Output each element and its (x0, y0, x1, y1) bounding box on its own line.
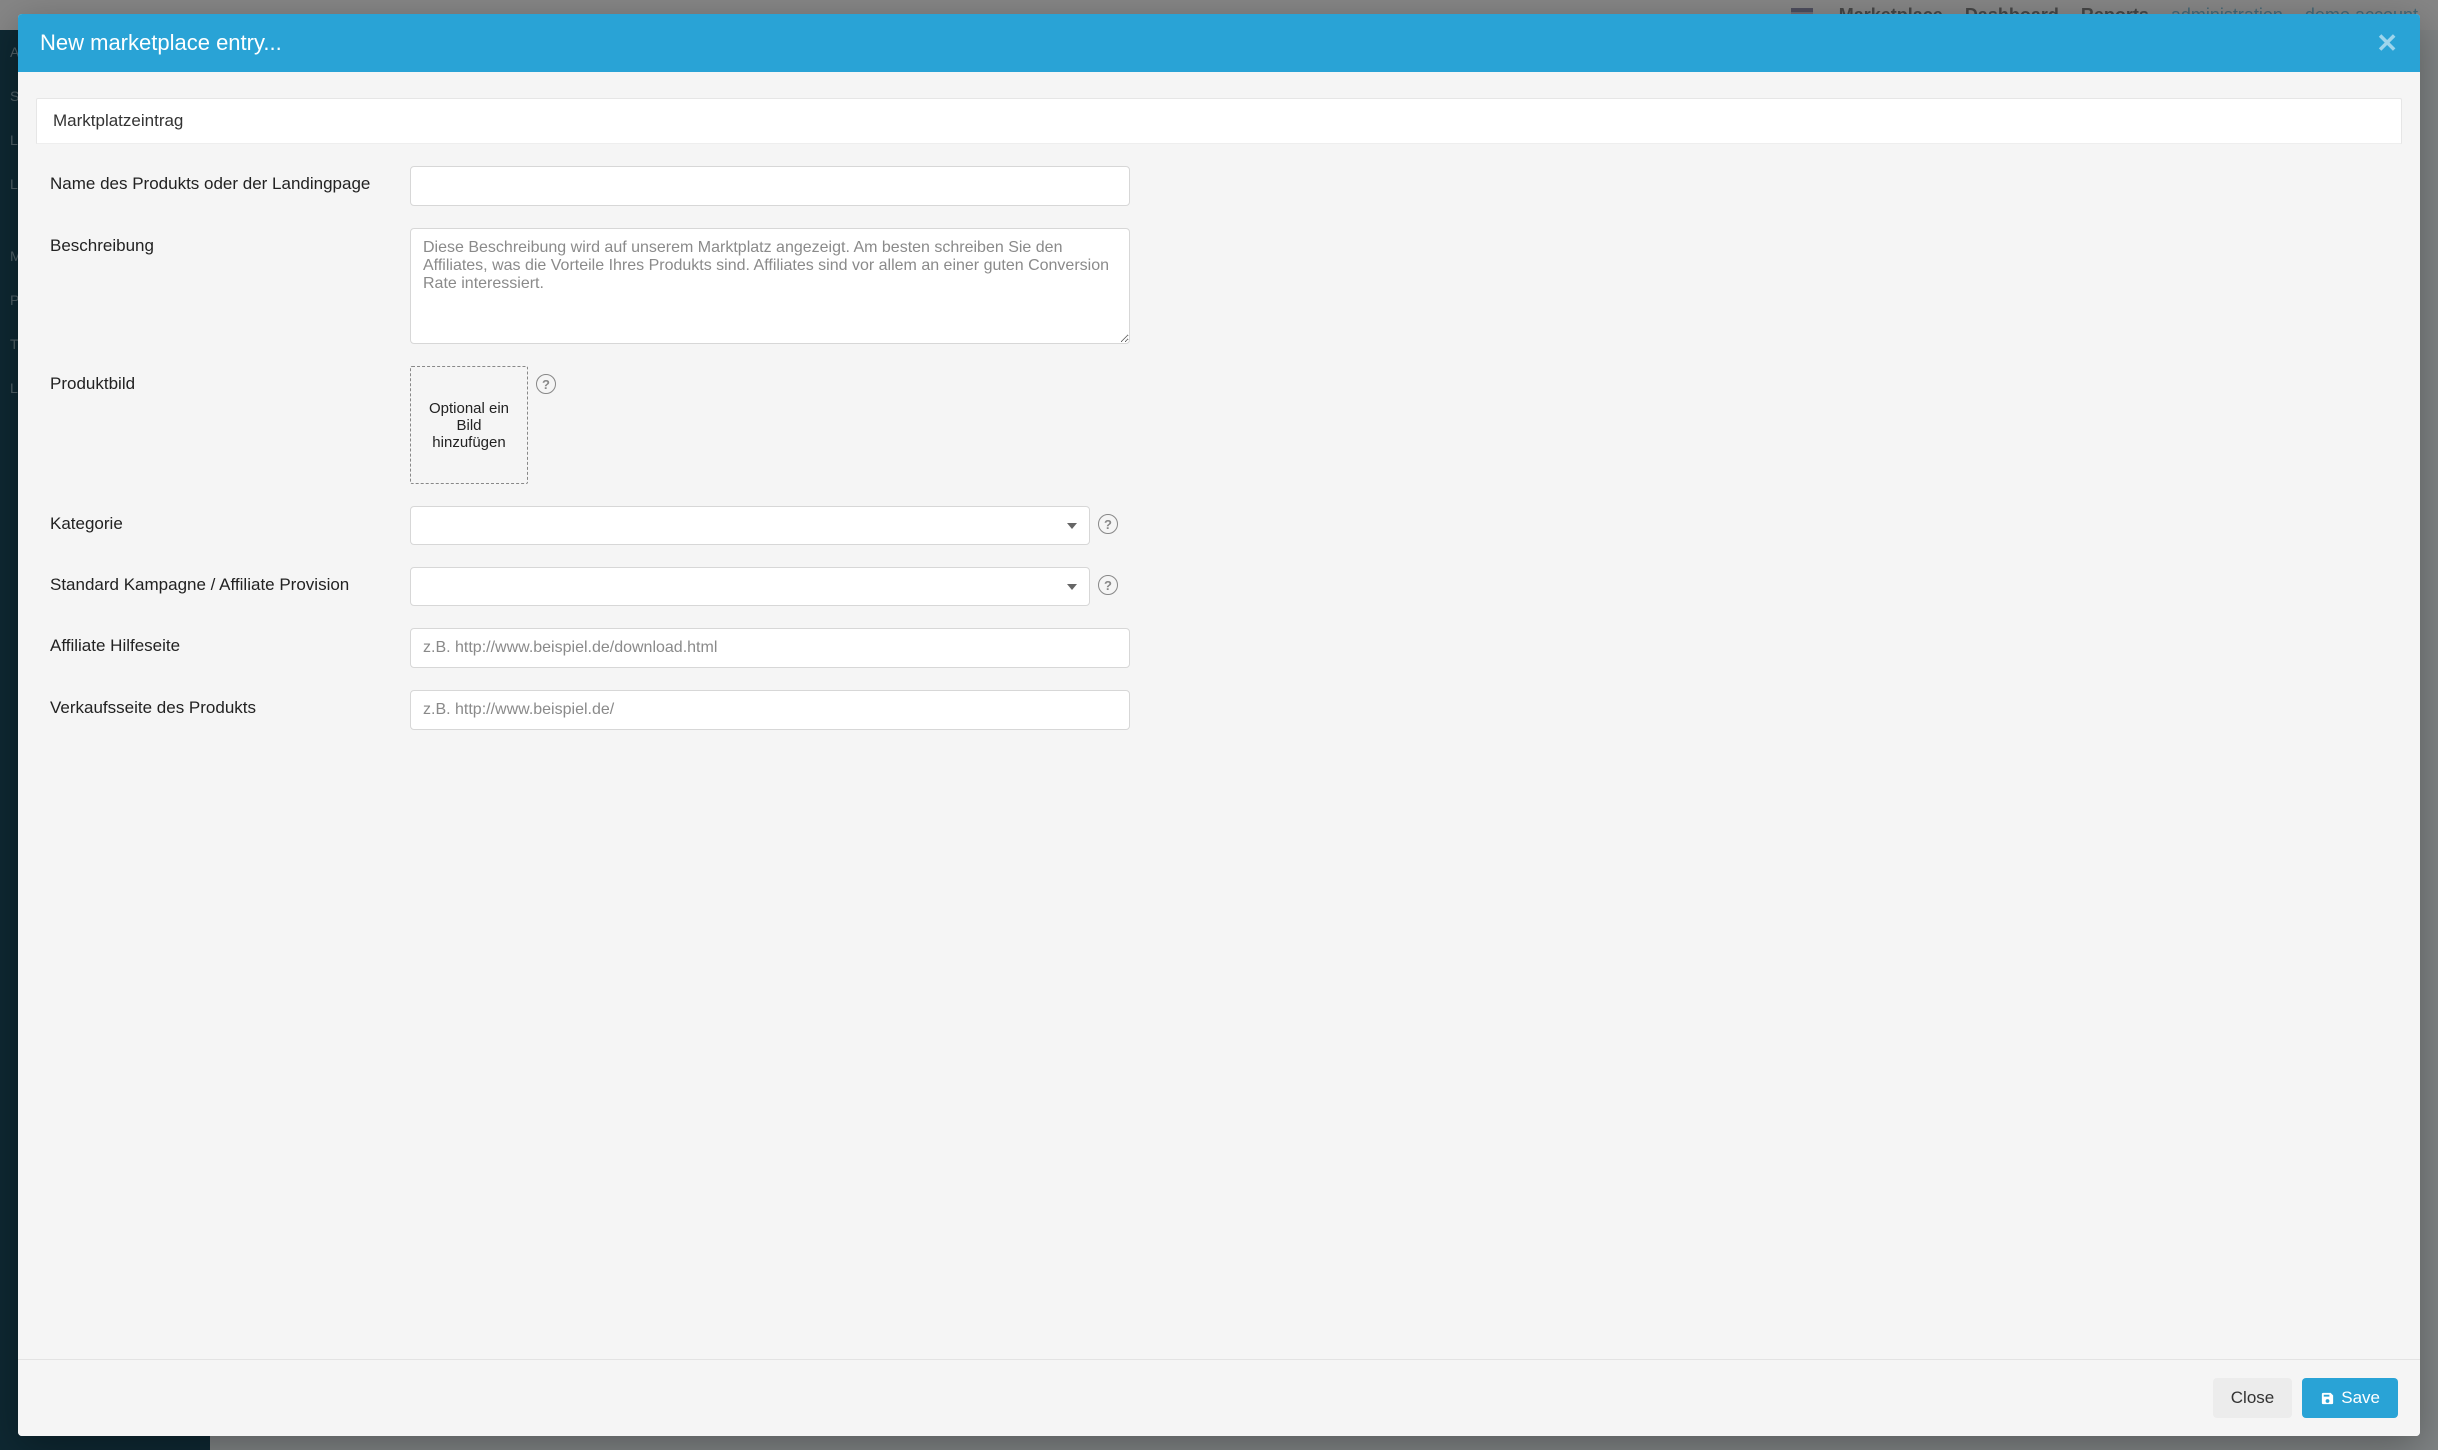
modal-new-marketplace-entry: New marketplace entry... ✕ Marktplatzein… (18, 14, 2420, 1436)
help-icon[interactable]: ? (1098, 514, 1118, 534)
row-image: Produktbild Optional ein Bild hinzufügen… (50, 366, 2388, 484)
modal-footer: Close Save (18, 1359, 2420, 1436)
modal-body: Marktplatzeintrag Name des Produkts oder… (18, 72, 2420, 1359)
help-page-input[interactable] (410, 628, 1130, 668)
campaign-select[interactable] (410, 567, 1090, 606)
save-button[interactable]: Save (2302, 1378, 2398, 1418)
label-sales-page: Verkaufsseite des Produkts (50, 690, 410, 718)
close-button[interactable]: Close (2213, 1378, 2292, 1418)
close-icon[interactable]: ✕ (2376, 30, 2398, 56)
row-campaign: Standard Kampagne / Affiliate Provision … (50, 567, 2388, 606)
label-name: Name des Produkts oder der Landingpage (50, 166, 410, 194)
label-image: Produktbild (50, 366, 410, 394)
product-name-input[interactable] (410, 166, 1130, 206)
row-sales-page: Verkaufsseite des Produkts (50, 690, 2388, 730)
modal-title: New marketplace entry... (40, 30, 282, 56)
label-campaign: Standard Kampagne / Affiliate Provision (50, 567, 410, 595)
description-textarea[interactable] (410, 228, 1130, 344)
image-drop-text: Optional ein Bild hinzufügen (419, 400, 519, 451)
label-description: Beschreibung (50, 228, 410, 256)
row-name: Name des Produkts oder der Landingpage (50, 166, 2388, 206)
image-dropzone[interactable]: Optional ein Bild hinzufügen (410, 366, 528, 484)
category-select[interactable] (410, 506, 1090, 545)
row-description: Beschreibung (50, 228, 2388, 344)
row-help-page: Affiliate Hilfeseite (50, 628, 2388, 668)
save-icon (2320, 1391, 2335, 1406)
label-category: Kategorie (50, 506, 410, 534)
section-tab-marktplatzeintrag[interactable]: Marktplatzeintrag (36, 98, 2402, 144)
save-button-label: Save (2341, 1388, 2380, 1408)
label-help-page: Affiliate Hilfeseite (50, 628, 410, 656)
help-icon[interactable]: ? (536, 374, 556, 394)
sales-page-input[interactable] (410, 690, 1130, 730)
help-icon[interactable]: ? (1098, 575, 1118, 595)
form: Name des Produkts oder der Landingpage B… (36, 166, 2402, 730)
modal-header: New marketplace entry... ✕ (18, 14, 2420, 72)
row-category: Kategorie ? (50, 506, 2388, 545)
